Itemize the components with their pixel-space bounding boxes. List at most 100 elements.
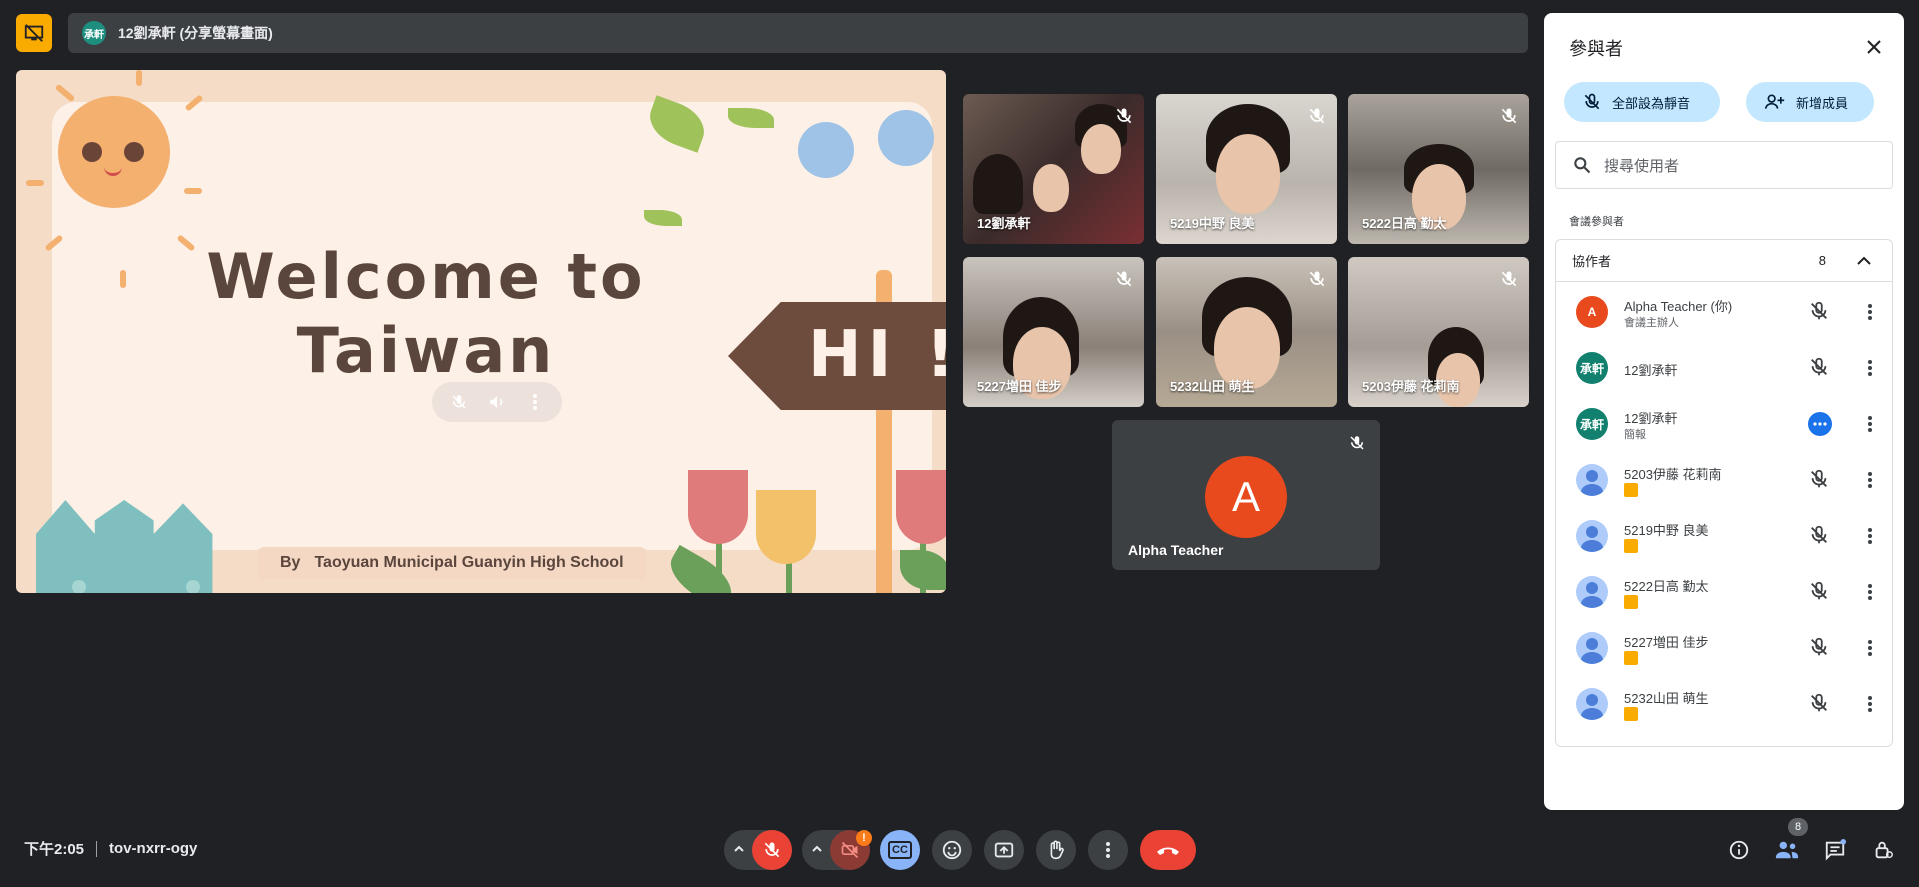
participant-tile[interactable]: 5203伊藤 花莉南 (1348, 257, 1529, 407)
hand-icon (1050, 840, 1064, 860)
more-vert-icon (1106, 842, 1110, 858)
participant-row[interactable]: 5203伊藤 花莉南 (1556, 452, 1892, 508)
host-controls-icon[interactable] (1869, 836, 1897, 864)
search-placeholder: 搜尋使用者 (1604, 157, 1680, 175)
mic-off-icon[interactable] (1808, 300, 1832, 324)
self-name: Alpha Teacher (1128, 542, 1224, 558)
participant-name: 5227増田 佳步 (977, 379, 1062, 394)
muted-mic-icon (1114, 269, 1134, 289)
chevron-up-icon[interactable] (810, 842, 824, 861)
more-vert-icon[interactable] (1858, 580, 1882, 604)
mic-off-icon[interactable] (1808, 692, 1832, 716)
guest-badge-icon (1624, 595, 1638, 609)
participant-tile[interactable]: 5232山田 萌生 (1156, 257, 1337, 407)
guest-badge-icon (1624, 707, 1638, 721)
participant-tile[interactable]: 12劉承軒 (963, 94, 1144, 244)
participant-tile[interactable]: 5222日高 勤太 (1348, 94, 1529, 244)
add-member-button[interactable]: 新增成員 (1746, 82, 1874, 122)
more-options-button[interactable] (1088, 830, 1128, 870)
captions-button[interactable]: CC (880, 830, 920, 870)
participant-row[interactable]: 承軒 12劉承軒 (1556, 340, 1892, 396)
more-vert-icon[interactable] (1858, 300, 1882, 324)
meeting-info: 下午2:05 tov-nxrr-ogy (24, 838, 197, 859)
flower-decoration (798, 122, 854, 178)
participant-row[interactable]: A Alpha Teacher (你) 會議主辦人 (1556, 284, 1892, 340)
clock-time: 下午2:05 (24, 841, 85, 858)
avatar (1576, 576, 1608, 608)
participant-row[interactable]: 5232山田 萌生 (1556, 676, 1892, 732)
presenter-title: 12劉承軒 (分享螢幕畫面) (118, 25, 273, 41)
participant-name: 5232山田 萌生 (1170, 379, 1255, 394)
muted-mic-icon (1307, 106, 1327, 126)
camera-warning-badge: ! (856, 830, 872, 846)
presenter-bar: 承軒 12劉承軒 (分享螢幕畫面) (68, 13, 1528, 53)
mic-off-icon[interactable] (1808, 580, 1832, 604)
mute-presentation-icon[interactable] (448, 391, 470, 413)
tulip-decoration (896, 470, 946, 544)
participant-group: 協作者 8 A Alpha Teacher (你) 會議主辦人 承軒 12劉承軒… (1555, 239, 1893, 747)
presentation-options-icon[interactable] (1808, 412, 1832, 436)
presentation-indicator-icon[interactable] (16, 14, 52, 52)
participant-count-badge: 8 (1788, 818, 1808, 836)
participant-row[interactable]: 5219中野 良美 (1556, 508, 1892, 564)
participant-name: 5222日高 勤太 (1362, 216, 1447, 231)
more-vert-icon[interactable] (1858, 636, 1882, 660)
mute-all-button[interactable]: 全部設為靜音 (1564, 82, 1720, 122)
more-vert-icon[interactable] (1858, 412, 1882, 436)
divider (96, 840, 98, 857)
microphone-toggle-button[interactable] (752, 830, 792, 870)
emoji-reaction-button[interactable] (932, 830, 972, 870)
present-screen-icon (994, 842, 1014, 858)
close-panel-icon[interactable] (1862, 35, 1886, 59)
sun-illustration (58, 96, 170, 208)
volume-icon[interactable] (486, 391, 508, 413)
group-header[interactable]: 協作者 8 (1556, 240, 1892, 282)
avatar: 承軒 (1576, 408, 1608, 440)
meeting-details-icon[interactable] (1725, 836, 1753, 864)
add-person-icon (1765, 94, 1785, 109)
mic-off-icon[interactable] (1808, 636, 1832, 660)
present-screen-button[interactable] (984, 830, 1024, 870)
guest-badge-icon (1624, 651, 1638, 665)
muted-mic-icon (1307, 269, 1327, 289)
more-vert-icon[interactable] (1858, 356, 1882, 380)
participant-tile[interactable]: 5227増田 佳步 (963, 257, 1144, 407)
mic-control-group (724, 830, 792, 870)
more-vert-icon[interactable] (1858, 524, 1882, 548)
participant-row[interactable]: 承軒 12劉承軒 簡報 (1556, 396, 1892, 452)
mic-off-icon[interactable] (1808, 356, 1832, 380)
participant-row[interactable]: 5222日高 勤太 (1556, 564, 1892, 620)
avatar: 承軒 (1576, 352, 1608, 384)
raise-hand-button[interactable] (1036, 830, 1076, 870)
search-input[interactable]: 搜尋使用者 (1555, 141, 1893, 189)
avatar (1576, 688, 1608, 720)
participant-row[interactable]: 5227増田 佳步 (1556, 620, 1892, 676)
slide-heading: Welcome to Taiwan (206, 240, 646, 387)
self-avatar: A (1205, 456, 1287, 538)
avatar (1576, 520, 1608, 552)
participants-panel: 參與者 全部設為靜音 新增成員 搜尋使用者 會議參與者 協作者 8 A Alph… (1544, 13, 1904, 810)
self-tile[interactable]: A Alpha Teacher (1112, 420, 1380, 570)
guest-badge-icon (1624, 483, 1638, 497)
avatar: A (1576, 296, 1608, 328)
people-icon[interactable] (1773, 836, 1801, 864)
chat-icon[interactable] (1821, 836, 1849, 864)
panel-title: 參與者 (1569, 39, 1623, 59)
search-icon (1574, 157, 1591, 174)
participant-tile[interactable]: 5219中野 良美 (1156, 94, 1337, 244)
more-vert-icon[interactable] (1858, 692, 1882, 716)
chevron-up-icon[interactable] (1854, 251, 1874, 271)
participant-name: 5203伊藤 花莉南 (1362, 379, 1460, 394)
presentation-controls (432, 382, 562, 422)
more-options-icon[interactable] (524, 391, 546, 413)
more-vert-icon[interactable] (1858, 468, 1882, 492)
section-label: 會議參與者 (1569, 216, 1624, 228)
mic-off-icon[interactable] (1808, 524, 1832, 548)
tulip-decoration (688, 470, 748, 544)
mic-off-icon (1584, 93, 1600, 110)
chevron-up-icon[interactable] (732, 842, 746, 861)
presenter-avatar: 承軒 (82, 21, 106, 45)
mic-off-icon[interactable] (1808, 468, 1832, 492)
leave-call-button[interactable] (1140, 830, 1196, 870)
hang-up-icon (1157, 847, 1179, 855)
